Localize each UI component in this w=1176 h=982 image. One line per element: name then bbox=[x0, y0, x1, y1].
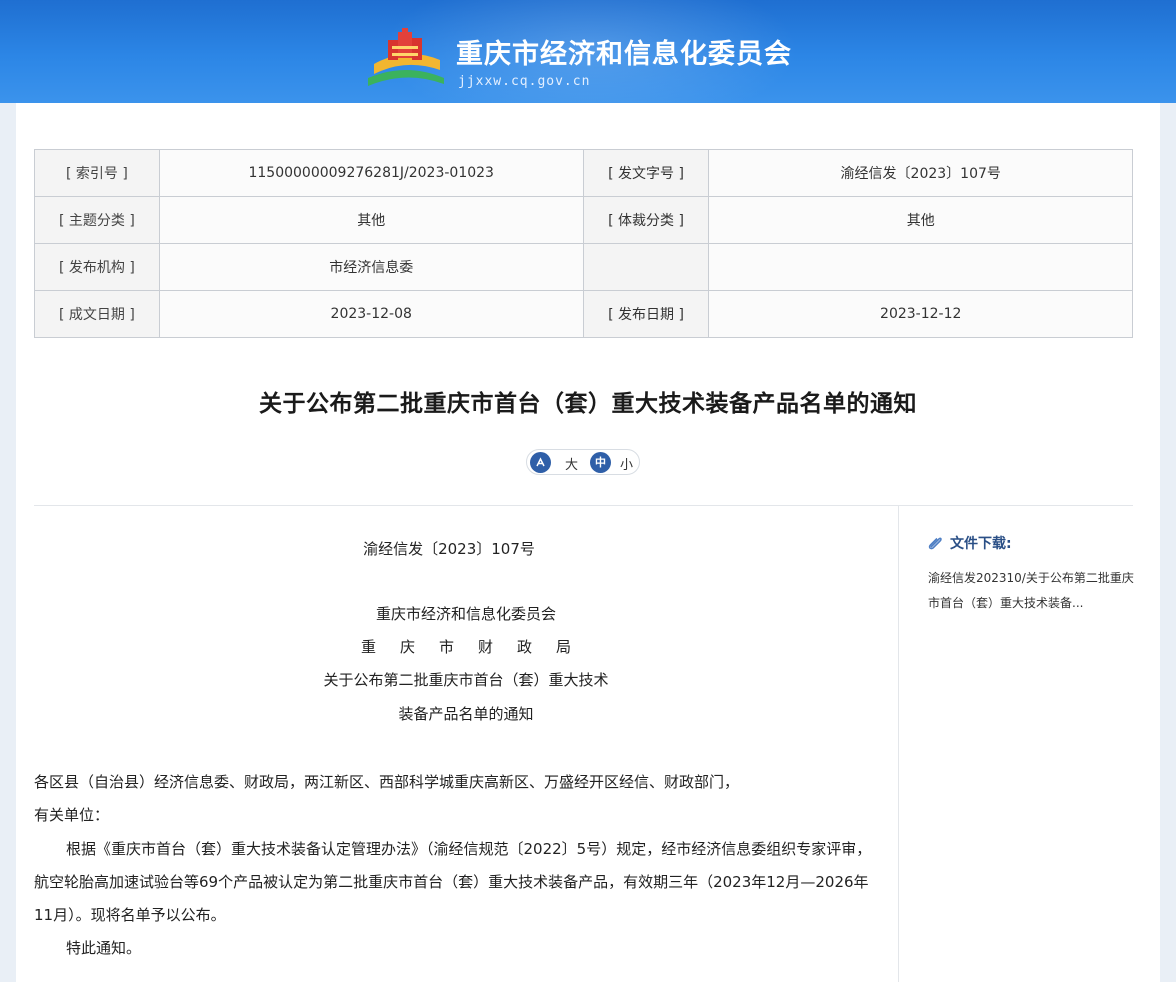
meta-label-publish-date: [ 发布日期 ] bbox=[582, 290, 710, 338]
meta-value-empty bbox=[708, 243, 1133, 291]
document-number: 渝经信发〔2023〕107号 bbox=[363, 540, 535, 558]
inner-title-line: 关于公布第二批重庆市首台（套）重大技术 bbox=[323, 671, 609, 689]
site-domain: jjxxw.cq.gov.cn bbox=[458, 74, 591, 89]
font-size-control: 大 中 小 bbox=[526, 449, 640, 475]
meta-value-genre: 其他 bbox=[708, 196, 1133, 244]
article-title: 关于公布第二批重庆市首台（套）重大技术装备产品名单的通知 bbox=[259, 391, 917, 417]
meta-label-index: [ 索引号 ] bbox=[34, 149, 160, 197]
file-download-link[interactable]: 渝经信发202310/关于公布第二批重庆市首台（套）重大技术装备... bbox=[928, 566, 1138, 616]
meta-value-index: 11500000009276281J/2023-01023 bbox=[158, 149, 584, 197]
body-paragraph: 根据《重庆市首台（套）重大技术装备认定管理办法》（渝经信规范〔2022〕5号）规… bbox=[34, 840, 872, 924]
site-header: 重庆市经济和信息化委员会 jjxxw.cq.gov.cn bbox=[0, 0, 1176, 103]
meta-value-publish-date: 2023-12-12 bbox=[708, 290, 1133, 338]
font-size-large-button[interactable]: 大 bbox=[565, 454, 578, 473]
text-size-icon bbox=[536, 457, 545, 467]
font-size-small-button[interactable]: 小 bbox=[620, 454, 633, 473]
font-size-medium-button[interactable]: 中 bbox=[590, 452, 611, 473]
file-download-label: 文件下载: bbox=[950, 536, 1012, 552]
meta-value-doc-number: 渝经信发〔2023〕107号 bbox=[708, 149, 1133, 197]
meta-label-empty bbox=[582, 243, 710, 291]
paperclip-icon bbox=[928, 537, 942, 550]
site-title[interactable]: 重庆市经济和信息化委员会 bbox=[456, 32, 792, 71]
issuer-line: 重庆市经济和信息化委员会 bbox=[375, 605, 556, 623]
meta-label-written-date: [ 成文日期 ] bbox=[34, 290, 160, 338]
meta-value-topic: 其他 bbox=[158, 196, 584, 244]
recipients-line: 各区县（自治县）经济信息委、财政局，两江新区、西部科学城重庆高新区、万盛经开区经… bbox=[34, 773, 740, 791]
recipients-line: 有关单位： bbox=[34, 806, 110, 824]
meta-row: [ 成文日期 ] 2023-12-08 [ 发布日期 ] 2023-12-12 bbox=[34, 290, 1133, 338]
sidebar-divider bbox=[898, 505, 899, 982]
meta-label-doc-number: [ 发文字号 ] bbox=[582, 149, 710, 197]
meta-row: [ 发布机构 ] 市经济信息委 bbox=[34, 243, 1133, 291]
meta-label-genre: [ 体裁分类 ] bbox=[582, 196, 710, 244]
document-meta-table: [ 索引号 ] 11500000009276281J/2023-01023 [ … bbox=[34, 149, 1133, 338]
inner-title-line: 装备产品名单的通知 bbox=[398, 705, 534, 723]
meta-row: [ 主题分类 ] 其他 [ 体裁分类 ] 其他 bbox=[34, 196, 1133, 244]
issuer-line: 重庆市财政局 bbox=[360, 638, 595, 656]
file-download-heading: 文件下载: bbox=[928, 533, 1012, 553]
content-divider bbox=[34, 505, 1133, 506]
meta-row: [ 索引号 ] 11500000009276281J/2023-01023 [ … bbox=[34, 149, 1133, 197]
closing-line: 特此通知。 bbox=[66, 939, 142, 957]
meta-value-publisher: 市经济信息委 bbox=[158, 243, 584, 291]
font-size-large-dot-icon[interactable] bbox=[530, 452, 551, 473]
meta-label-publisher: [ 发布机构 ] bbox=[34, 243, 160, 291]
meta-value-written-date: 2023-12-08 bbox=[158, 290, 584, 338]
meta-label-topic: [ 主题分类 ] bbox=[34, 196, 160, 244]
city-emblem-logo[interactable] bbox=[364, 26, 448, 92]
